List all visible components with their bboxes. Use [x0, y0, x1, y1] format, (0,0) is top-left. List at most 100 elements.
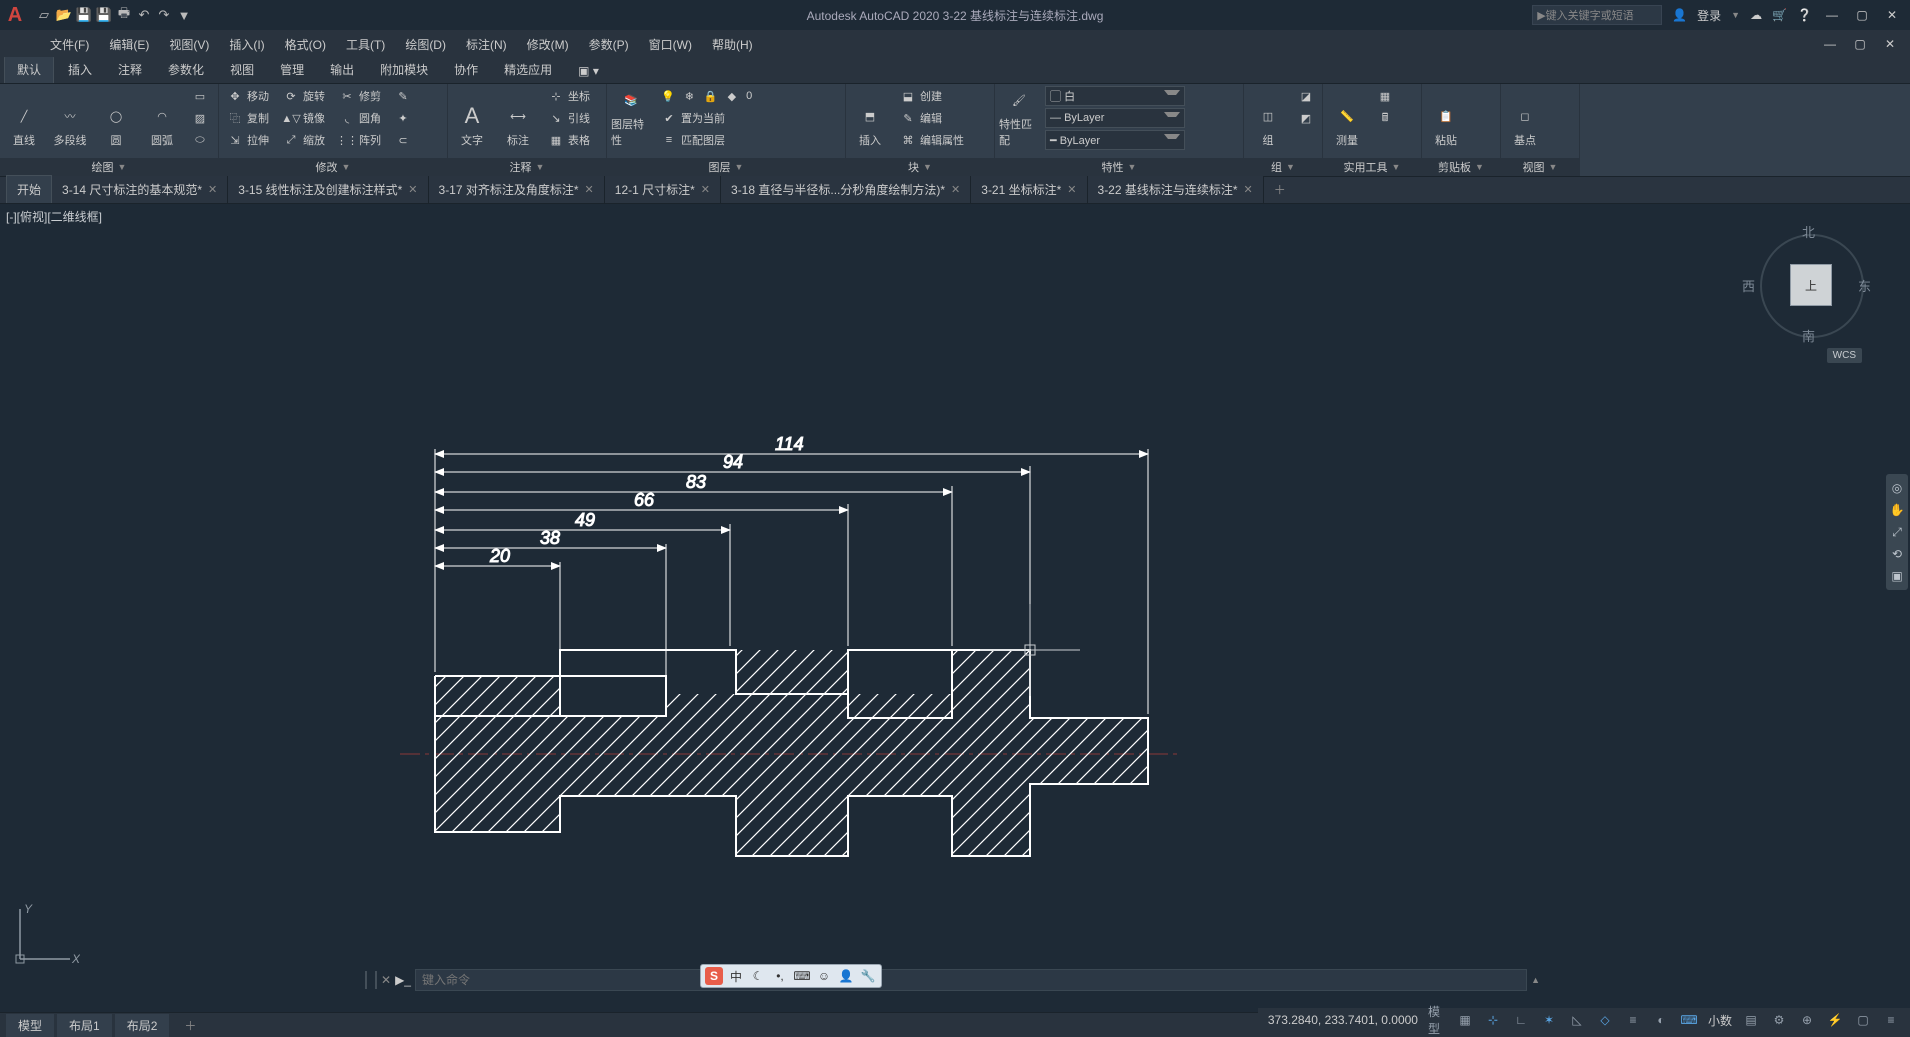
group-button[interactable]: ◫组 [1248, 86, 1288, 148]
help-search-input[interactable]: ▶ 键入关键字或短语 [1532, 5, 1662, 25]
dimension-button[interactable]: ⟷标注 [498, 86, 538, 148]
cmdbar-close-icon[interactable]: ✕ [381, 973, 391, 987]
ungroup-button[interactable]: ◪ [1294, 86, 1318, 106]
ime-soft-kbd-icon[interactable]: ⌨ [793, 967, 811, 985]
erase-button[interactable]: ✎ [391, 86, 415, 106]
customize-status-icon[interactable]: ≡ [1882, 1011, 1900, 1029]
paste-button[interactable]: 📋粘贴 [1426, 86, 1466, 148]
table-button[interactable]: ▦表格 [544, 130, 594, 150]
menu-tools[interactable]: 工具(T) [336, 32, 395, 57]
model-space-toggle[interactable]: 模型 [1428, 1011, 1446, 1029]
cmdbar-history-icon[interactable]: ▲ [1531, 975, 1540, 985]
layer-match-button[interactable]: ≡匹配图层 [657, 130, 756, 150]
ellipse-button[interactable]: ⬭ [188, 130, 212, 150]
ribbon-tab-parametric[interactable]: 参数化 [156, 56, 216, 83]
workspace-icon[interactable]: ⚙ [1770, 1011, 1788, 1029]
layer-lock-icon[interactable]: 🔒 [700, 86, 722, 106]
fillet-button[interactable]: ◟圆角 [335, 108, 385, 128]
menu-format[interactable]: 格式(O) [275, 32, 336, 57]
plot-icon[interactable]: 🖶 [116, 7, 132, 23]
hardware-accel-icon[interactable]: ⚡ [1826, 1011, 1844, 1029]
menu-modify[interactable]: 修改(M) [517, 32, 579, 57]
maximize-button[interactable]: ▢ [1852, 5, 1872, 25]
measure-button[interactable]: 📏测量 [1327, 86, 1367, 148]
ribbon-tab-collab[interactable]: 协作 [442, 56, 490, 83]
trim-button[interactable]: ✂修剪 [335, 86, 385, 106]
close-icon[interactable]: ✕ [408, 183, 417, 196]
doc-close-button[interactable]: ✕ [1880, 34, 1900, 54]
drawing-canvas[interactable]: [-][俯视][二维线框] [0, 204, 1910, 1012]
doc-tab[interactable]: 3-21 坐标标注*✕ [971, 176, 1087, 203]
ribbon-tab-view[interactable]: 视图 [218, 56, 266, 83]
ribbon-tab-annotate[interactable]: 注释 [106, 56, 154, 83]
doc-tab[interactable]: 3-15 线性标注及创建标注样式*✕ [228, 176, 428, 203]
account-icon[interactable]: 👤 [1672, 8, 1687, 22]
explode-button[interactable]: ✦ [391, 108, 415, 128]
copy-button[interactable]: ⿻复制 [223, 108, 273, 128]
ime-moon-icon[interactable]: ☾ [749, 967, 767, 985]
menu-help[interactable]: 帮助(H) [702, 32, 763, 57]
showmotion-icon[interactable]: ▣ [1889, 568, 1905, 584]
isodraft-toggle-icon[interactable]: ◺ [1568, 1011, 1586, 1029]
wcs-badge[interactable]: WCS [1827, 348, 1862, 363]
saveas-icon[interactable]: 💾 [96, 7, 112, 23]
command-input[interactable] [415, 969, 1527, 991]
layer-off-icon[interactable]: 💡 [657, 86, 679, 106]
move-button[interactable]: ✥移动 [223, 86, 273, 106]
snap-toggle-icon[interactable]: ⊹ [1484, 1011, 1502, 1029]
edit-attr-button[interactable]: ⌘编辑属性 [896, 130, 968, 150]
polar-toggle-icon[interactable]: ✶ [1540, 1011, 1558, 1029]
ribbon-tab-insert[interactable]: 插入 [56, 56, 104, 83]
save-icon[interactable]: 💾 [76, 7, 92, 23]
hatch-button[interactable]: ▨ [188, 108, 212, 128]
doc-tab[interactable]: 12-1 尺寸标注*✕ [605, 176, 721, 203]
array-button[interactable]: ⋮⋮阵列 [335, 130, 385, 150]
ime-logo-icon[interactable]: S [705, 967, 723, 985]
text-button[interactable]: A文字 [452, 86, 492, 148]
new-doc-tab[interactable]: ＋ [1264, 176, 1296, 203]
close-icon[interactable]: ✕ [1244, 183, 1253, 196]
cart-icon[interactable]: 🛒 [1772, 8, 1787, 22]
ribbon-tab-output[interactable]: 输出 [318, 56, 366, 83]
menu-view[interactable]: 视图(V) [159, 32, 219, 57]
close-icon[interactable]: ✕ [951, 183, 960, 196]
dyn-input-toggle-icon[interactable]: ⌨ [1680, 1011, 1698, 1029]
menu-edit[interactable]: 编辑(E) [99, 32, 159, 57]
viewcube-top[interactable]: 上 [1790, 264, 1832, 306]
menu-window[interactable]: 窗口(W) [639, 32, 702, 57]
quickprops-icon[interactable]: ▤ [1742, 1011, 1760, 1029]
ime-toolbar[interactable]: S 中 ☾ •, ⌨ ☺ 👤 🔧 [700, 964, 882, 988]
autodesk-app-icon[interactable]: ☁ [1750, 8, 1762, 22]
doc-maximize-button[interactable]: ▢ [1850, 34, 1870, 54]
rectangle-button[interactable]: ▭ [188, 86, 212, 106]
ime-tool-icon[interactable]: 🔧 [859, 967, 877, 985]
select-all-button[interactable]: ▦ [1373, 86, 1397, 106]
layout-tab-1[interactable]: 布局1 [57, 1014, 112, 1037]
coord-button[interactable]: ⊹坐标 [544, 86, 594, 106]
ime-punct-icon[interactable]: •, [771, 967, 789, 985]
new-icon[interactable]: ▱ [36, 7, 52, 23]
zoom-extents-icon[interactable]: ⤢ [1889, 524, 1905, 540]
doc-tab[interactable]: 3-14 尺寸标注的基本规范*✕ [52, 176, 228, 203]
leader-button[interactable]: ↘引线 [544, 108, 594, 128]
close-icon[interactable]: ✕ [1067, 183, 1076, 196]
doc-tab[interactable]: 3-17 对齐标注及角度标注*✕ [429, 176, 605, 203]
quick-calc-button[interactable]: 🖩 [1373, 108, 1397, 128]
menu-file[interactable]: 文件(F) [40, 32, 99, 57]
doc-tab[interactable]: 3-18 直径与半径标...分秒角度绘制方法)*✕ [721, 176, 971, 203]
units-readout[interactable]: 小数 [1708, 1012, 1732, 1029]
menu-dim[interactable]: 标注(N) [456, 32, 517, 57]
viewcube-north[interactable]: 北 [1802, 222, 1815, 241]
lineweight-combo[interactable]: ━ ByLayer [1045, 130, 1185, 150]
group-edit-button[interactable]: ◩ [1294, 108, 1318, 128]
viewcube-east[interactable]: 东 [1858, 276, 1871, 295]
close-icon[interactable]: ✕ [701, 183, 710, 196]
ribbon-tab-addins[interactable]: 附加模块 [368, 56, 440, 83]
polyline-button[interactable]: 〰多段线 [50, 86, 90, 148]
arc-button[interactable]: ◠圆弧 [142, 86, 182, 148]
ime-lang[interactable]: 中 [727, 967, 745, 985]
mirror-button[interactable]: ▲▽镜像 [279, 108, 329, 128]
doc-tab-start[interactable]: 开始 [6, 175, 52, 203]
open-icon[interactable]: 📂 [56, 7, 72, 23]
layout-tab-add[interactable]: ＋ [172, 1014, 208, 1037]
